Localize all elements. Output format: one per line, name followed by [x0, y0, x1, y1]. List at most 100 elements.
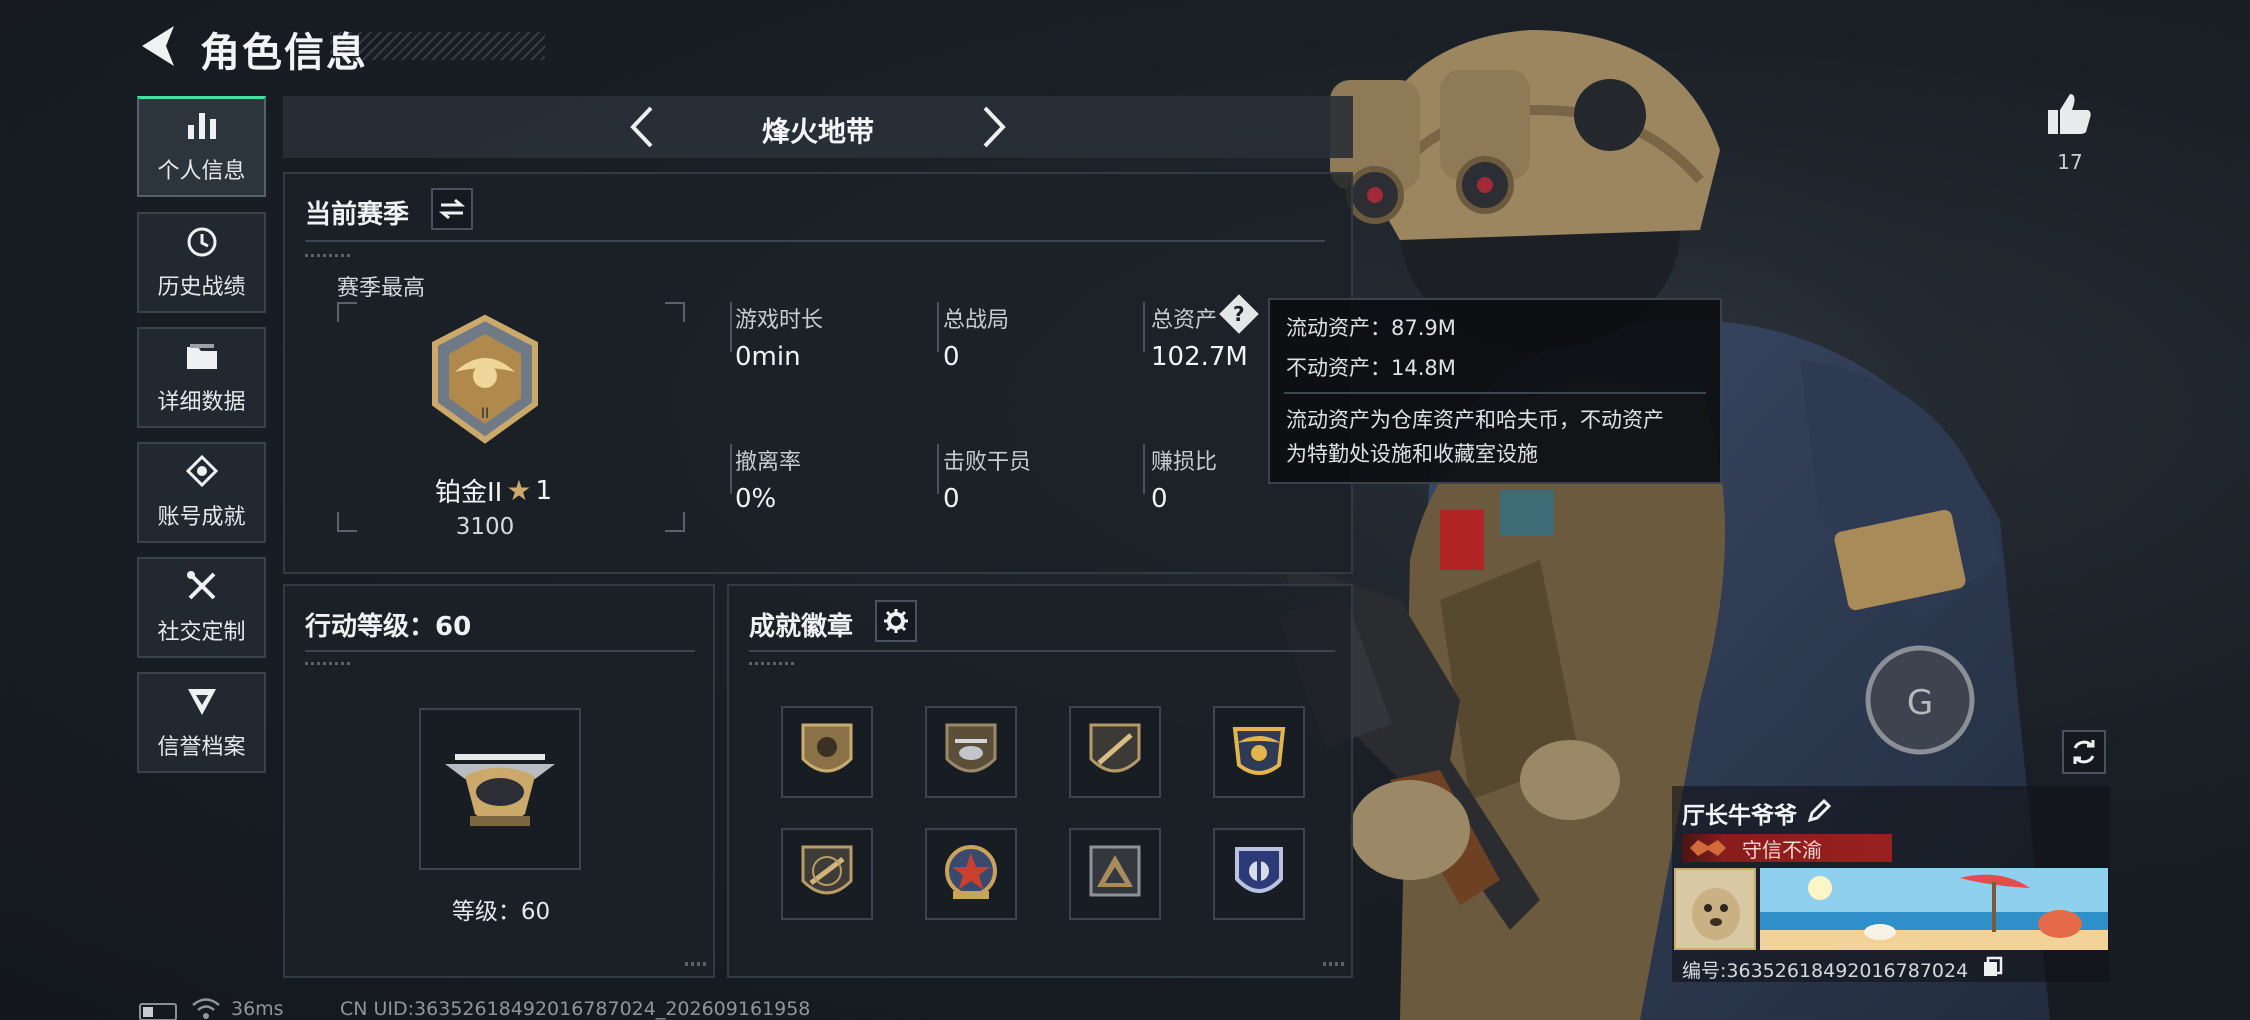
- mode-selector: 烽火地带: [283, 96, 1353, 158]
- sidebar-item-personal-info[interactable]: 个人信息: [137, 96, 266, 197]
- stat-value-kills: 0: [943, 484, 960, 514]
- refresh-button[interactable]: [2062, 730, 2106, 774]
- action-level-heading: 行动等级：60: [305, 612, 472, 642]
- decoration-dots: [305, 254, 353, 257]
- stat-label-total-matches: 总战局: [943, 308, 1010, 333]
- rank-platinum-emblem-icon: II: [432, 314, 538, 444]
- current-season-panel: 当前赛季 赛季最高 II 铂金II ★ 1 3100 游戏时长 0min 总战局…: [283, 172, 1353, 574]
- rank-score: 3100: [455, 514, 515, 540]
- back-arrow-icon[interactable]: [138, 22, 178, 70]
- sidebar-item-label: 个人信息: [157, 159, 246, 184]
- chevron-right-icon[interactable]: [973, 104, 1013, 150]
- frame-corner: [665, 302, 685, 322]
- stat-label-playtime: 游戏时长: [735, 308, 824, 333]
- avatar[interactable]: [1674, 868, 1756, 950]
- badge-settings-button[interactable]: [875, 600, 917, 642]
- season-best-label: 赛季最高: [337, 276, 426, 301]
- stat-value-playtime: 0min: [735, 342, 801, 372]
- achievement-badge[interactable]: [1213, 706, 1305, 798]
- helicopter-badge-icon: [945, 723, 997, 773]
- wifi-icon: [192, 998, 220, 1019]
- action-level-emblem-frame: [419, 708, 581, 870]
- divider: [305, 240, 1325, 242]
- action-level-panel: 行动等级：60 等级：60: [283, 584, 715, 978]
- frame-corner: [337, 302, 357, 322]
- sidebar-item-achievements[interactable]: 账号成就: [137, 442, 266, 543]
- tooltip-fixed-assets: 不动资产：14.8M: [1286, 356, 1456, 380]
- dog-avatar-icon: [1676, 870, 1754, 948]
- refresh-icon: [2073, 740, 2095, 764]
- player-name: 厅长牛爷爷: [1682, 803, 1797, 829]
- stat-label-kills: 击败干员: [943, 450, 1032, 475]
- wings-gold-badge-icon: [1232, 727, 1286, 775]
- sidebar-item-detailed-data[interactable]: 详细数据: [137, 327, 266, 428]
- tooltip-liquid-assets: 流动资产：87.9M: [1286, 316, 1456, 340]
- lion-crest-badge-icon: [801, 723, 853, 773]
- achievement-badge[interactable]: [925, 706, 1017, 798]
- sidebar-item-label: 详细数据: [157, 389, 246, 415]
- achievement-badge[interactable]: [925, 828, 1017, 920]
- stat-divider: [937, 302, 939, 352]
- help-icon[interactable]: ?: [1219, 294, 1259, 334]
- edit-pencil-icon[interactable]: [1806, 798, 1832, 824]
- stat-label-total-assets: 总资产: [1151, 308, 1218, 333]
- title-emblem-icon: [1690, 840, 1726, 856]
- achievement-badge[interactable]: [1069, 706, 1161, 798]
- sidebar-item-match-history[interactable]: 历史战绩: [137, 212, 266, 313]
- rank-title: 铂金II ★ 1: [435, 472, 552, 509]
- assets-tooltip: 流动资产：87.9M 不动资产：14.8M 流动资产为仓库资产和哈夫币，不动资产…: [1268, 298, 1722, 484]
- svg-text:G: G: [1907, 683, 1933, 723]
- blue-shield-badge-icon: [1235, 847, 1283, 893]
- like-count: 17: [2057, 150, 2083, 174]
- gear-icon: [884, 609, 908, 633]
- player-banner[interactable]: [1760, 868, 2108, 950]
- player-title-badge: 守信不渝: [1682, 834, 1892, 862]
- battery-icon: [139, 1003, 177, 1020]
- achievement-badge[interactable]: [1213, 828, 1305, 920]
- tooltip-divider: [1284, 392, 1706, 394]
- frame-corner: [337, 512, 357, 532]
- star-icon: ★: [506, 474, 532, 507]
- rank-name: 铂金II: [435, 478, 503, 508]
- tooltip-description-line1: 流动资产为仓库资产和哈夫币，不动资产: [1286, 408, 1664, 432]
- sidebar-item-label: 社交定制: [157, 619, 246, 645]
- achievements-heading: 成就徽章: [749, 612, 854, 642]
- player-id: 编号:3635261849201678​7024: [1682, 960, 1969, 982]
- divider: [749, 650, 1335, 652]
- triangle-badge-icon: [1089, 845, 1141, 897]
- stat-label-extraction-rate: 撤离率: [735, 450, 802, 475]
- stat-value-total-matches: 0: [943, 342, 960, 372]
- stat-value-profit-ratio: 0: [1151, 484, 1168, 514]
- stat-divider: [1143, 444, 1145, 494]
- title-decoration: [330, 32, 545, 60]
- sidebar-item-social-custom[interactable]: 社交定制: [137, 557, 266, 658]
- rank-stars: 1: [535, 475, 552, 506]
- swap-arrows-icon: [439, 198, 465, 220]
- action-level-text: 等级：60: [451, 899, 551, 925]
- decoration-dots: [749, 662, 797, 665]
- sidebar-item-label: 信誉档案: [157, 734, 246, 760]
- stat-label-profit-ratio: 赚损比: [1151, 450, 1218, 475]
- bar-chart-icon: [187, 113, 216, 139]
- achievement-badge[interactable]: [781, 828, 873, 920]
- season-heading: 当前赛季: [305, 200, 410, 230]
- shield-rank-icon: [187, 688, 216, 715]
- copy-icon[interactable]: [1982, 956, 2004, 978]
- decoration-dots: [305, 662, 353, 665]
- sidebar-item-label: 账号成就: [157, 504, 246, 530]
- switch-season-button[interactable]: [431, 188, 473, 230]
- player-title-text: 守信不渝: [1742, 837, 1822, 862]
- achievement-badge[interactable]: [781, 706, 873, 798]
- stat-divider: [1143, 302, 1145, 352]
- sidebar-item-reputation[interactable]: 信誉档案: [137, 672, 266, 773]
- achievement-badge[interactable]: [1069, 828, 1161, 920]
- stat-divider: [937, 444, 939, 494]
- decoration-dots: [1323, 962, 1345, 966]
- history-clock-icon: [187, 227, 216, 256]
- mode-title: 烽火地带: [761, 115, 874, 148]
- rifle-shield-badge-icon: [801, 845, 853, 895]
- thumbs-up-icon[interactable]: [2046, 90, 2094, 138]
- tooltip-description-line2: 为特勤处设施和收藏室设施: [1286, 442, 1538, 466]
- svg-text:II: II: [481, 406, 489, 422]
- folder-icon: [186, 343, 217, 369]
